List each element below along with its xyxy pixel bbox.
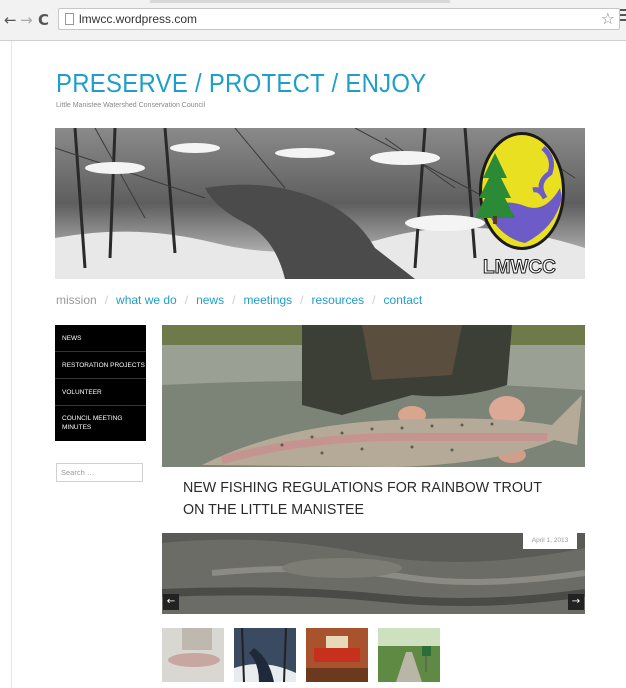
nav-item-contact[interactable]: contact: [384, 293, 423, 307]
nav-separator: /: [184, 293, 189, 307]
main-navigation: mission / what we do / news / meetings / resourc…: [56, 293, 422, 307]
sidebar-menu: NEWS RESTORATION PROJECTS VOLUNTEER COUN…: [55, 325, 146, 441]
back-icon[interactable]: ←: [4, 12, 17, 28]
post-slider-image[interactable]: [162, 533, 585, 614]
nav-item-meetings[interactable]: meetings: [243, 293, 292, 307]
forward-icon[interactable]: →: [20, 12, 33, 28]
post-title[interactable]: NEW FISHING REGULATIONS FOR RAINBOW TROU…: [183, 477, 554, 521]
sidebar-item-volunteer[interactable]: VOLUNTEER: [55, 379, 146, 406]
post-date-badge: April 1, 2013: [523, 533, 577, 549]
nav-separator: /: [232, 293, 236, 307]
nav-separator: /: [300, 293, 304, 307]
browser-toolbar: ← → C lmwcc.wordpress.com ☆: [0, 0, 626, 41]
url-text[interactable]: lmwcc.wordpress.com: [79, 12, 197, 26]
sidebar-item-restoration-projects[interactable]: RESTORATION PROJECTS: [55, 352, 146, 379]
nav-item-news[interactable]: news: [196, 293, 224, 307]
thumbnail-meeting-room[interactable]: [306, 628, 368, 682]
bookmark-star-icon[interactable]: ☆: [601, 9, 615, 28]
slider-prev-button[interactable]: ←: [163, 594, 179, 610]
slider-next-button[interactable]: →: [568, 594, 584, 610]
search-input[interactable]: Search …: [56, 463, 143, 482]
reload-icon[interactable]: C: [38, 12, 49, 28]
nav-item-mission[interactable]: mission: [56, 293, 97, 307]
thumbnail-roadside-sign[interactable]: [378, 628, 440, 682]
nav-separator: /: [104, 293, 109, 307]
thumbnail-trout[interactable]: [162, 628, 224, 682]
thumbnail-snowy-river[interactable]: [234, 628, 296, 682]
content-border: [11, 41, 12, 688]
nav-item-what-we-do[interactable]: what we do: [116, 293, 177, 307]
header-banner-image[interactable]: LMWCC: [55, 128, 585, 279]
sidebar-item-news[interactable]: NEWS: [55, 325, 146, 352]
featured-post-image[interactable]: [162, 325, 585, 467]
page-icon: [65, 13, 74, 25]
sidebar-item-council-meeting-minutes[interactable]: COUNCIL MEETING MINUTES: [55, 406, 146, 441]
tab-strip: [150, 0, 450, 3]
logo-text: LMWCC: [483, 257, 556, 278]
browser-menu-icon[interactable]: [620, 9, 626, 25]
nav-item-resources[interactable]: resources: [311, 293, 364, 307]
site-tagline: Little Manistee Watershed Conservation C…: [56, 102, 206, 109]
site-title[interactable]: PRESERVE / PROTECT / ENJOY: [56, 68, 427, 99]
address-bar[interactable]: lmwcc.wordpress.com ☆: [58, 8, 620, 30]
nav-separator: /: [372, 293, 376, 307]
